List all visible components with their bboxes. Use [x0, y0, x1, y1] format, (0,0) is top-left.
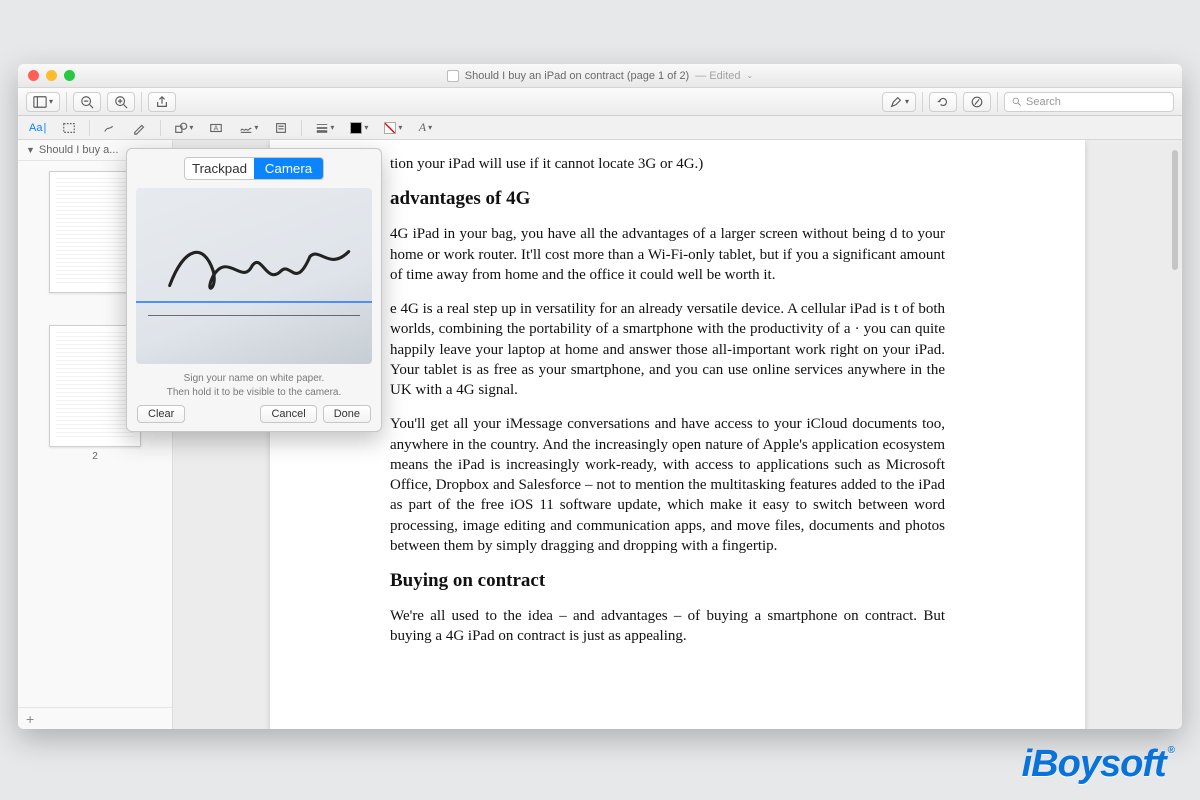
heading-buying: Buying on contract — [390, 570, 945, 592]
titlebar: Should I buy an iPad on contract (page 1… — [18, 64, 1182, 88]
document-page: tion your iPad will use if it cannot loc… — [270, 140, 1085, 729]
signature-glyph — [160, 227, 354, 315]
camera-tab[interactable]: Camera — [254, 158, 323, 179]
rect-selection-tool[interactable] — [59, 119, 79, 137]
edited-label: — Edited — [695, 70, 740, 82]
markup-toolbar: Aa | ▾ A ▾ ▾ — [18, 116, 1182, 140]
rotate-button[interactable] — [929, 92, 957, 112]
title-text: Should I buy an iPad on contract (page 1… — [465, 70, 689, 82]
body-text: tion your iPad will use if it cannot loc… — [390, 154, 945, 174]
title-dropdown-icon[interactable]: ⌄ — [746, 71, 753, 80]
popover-buttons: Clear Cancel Done — [135, 405, 373, 423]
svg-text:A: A — [214, 125, 219, 132]
share-button[interactable] — [148, 92, 176, 112]
zoom-in-button[interactable] — [107, 92, 135, 112]
window-controls — [18, 70, 75, 81]
shapes-tool[interactable]: ▾ — [171, 119, 196, 137]
note-tool[interactable] — [271, 119, 291, 137]
heading-advantages: advantages of 4G — [390, 188, 945, 210]
sketch-tool[interactable] — [100, 119, 120, 137]
main-toolbar: ▾ ▾ — [18, 88, 1182, 116]
search-placeholder: Search — [1026, 96, 1061, 108]
fill-color-tool[interactable]: ▾ — [381, 119, 405, 137]
body-text: e 4G is a real step up in versatility fo… — [390, 299, 945, 400]
camera-preview — [136, 188, 372, 364]
body-text: We're all used to the idea – and advanta… — [390, 606, 945, 647]
highlight-button[interactable]: ▾ — [882, 92, 916, 112]
document-icon — [447, 70, 459, 82]
window-title: Should I buy an iPad on contract (page 1… — [18, 70, 1182, 82]
border-color-tool[interactable]: ▾ — [347, 119, 371, 137]
cancel-button[interactable]: Cancel — [260, 405, 316, 423]
watermark-logo: iBoysoft® — [1022, 745, 1174, 788]
close-window-button[interactable] — [28, 70, 39, 81]
separator — [141, 92, 142, 112]
signature-popover: Trackpad Camera Sign your name on white … — [126, 148, 382, 432]
separator — [922, 92, 923, 112]
sign-tool[interactable]: ▾ — [236, 119, 261, 137]
minimize-window-button[interactable] — [46, 70, 57, 81]
markup-toggle-button[interactable] — [963, 92, 991, 112]
zoom-out-button[interactable] — [73, 92, 101, 112]
separator — [301, 120, 302, 136]
trackpad-tab[interactable]: Trackpad — [185, 158, 254, 179]
scrollbar-thumb[interactable] — [1172, 150, 1178, 270]
body-text: 4G iPad in your bag, you have all the ad… — [390, 224, 945, 285]
signature-hint: Sign your name on white paper. Then hold… — [135, 372, 373, 399]
body-text: You'll get all your iMessage conversatio… — [390, 414, 945, 556]
page-number-label: 2 — [49, 451, 141, 462]
text-tool[interactable]: A — [206, 119, 226, 137]
separator — [66, 92, 67, 112]
sidebar-toggle-button[interactable]: ▾ — [26, 92, 60, 112]
text-selection-tool[interactable]: Aa | — [26, 119, 49, 137]
separator — [160, 120, 161, 136]
add-page-button[interactable]: + — [18, 707, 172, 729]
zoom-window-button[interactable] — [64, 70, 75, 81]
font-style-tool[interactable]: A ▾ — [415, 119, 435, 137]
draw-tool[interactable] — [130, 119, 150, 137]
separator — [997, 92, 998, 112]
clear-button[interactable]: Clear — [137, 405, 185, 423]
done-button[interactable]: Done — [323, 405, 371, 423]
signature-source-segment: Trackpad Camera — [184, 157, 324, 180]
line-weight-tool[interactable]: ▾ — [312, 119, 337, 137]
separator — [89, 120, 90, 136]
search-field[interactable]: Search — [1004, 92, 1174, 112]
